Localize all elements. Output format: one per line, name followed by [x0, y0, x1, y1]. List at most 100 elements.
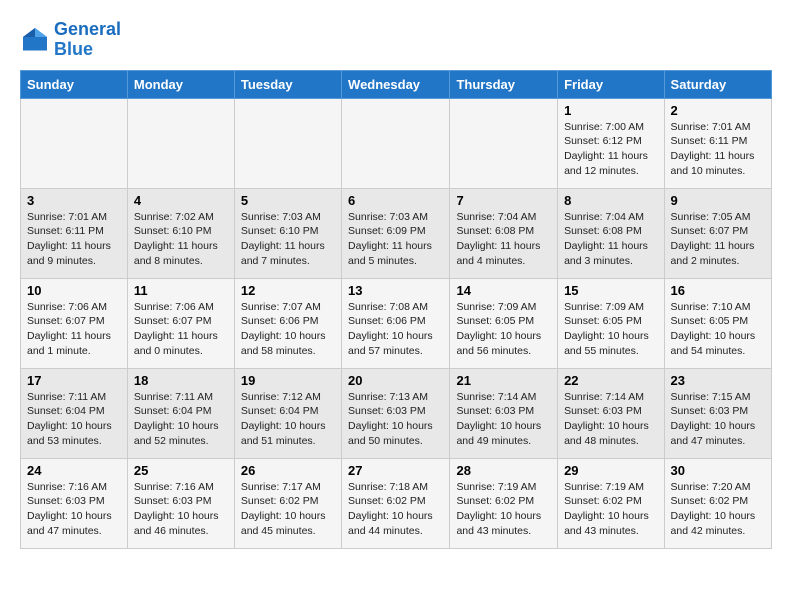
calendar-cell: 12Sunrise: 7:07 AM Sunset: 6:06 PM Dayli… [234, 278, 341, 368]
day-number: 16 [671, 283, 765, 298]
day-number: 29 [564, 463, 657, 478]
calendar-cell: 24 Sunrise: 7:16 AM Sunset: 6:03 PM Dayli… [21, 458, 128, 548]
day-detail: Sunrise: 7:05 AM Sunset: 6:07 PM Dayligh… [671, 210, 765, 269]
header-day-wednesday: Wednesday [342, 70, 450, 98]
day-detail: Sunrise: 7:16 AM Sunset: 6:03 PM Dayligh… [134, 480, 228, 539]
calendar-cell: 9 Sunrise: 7:05 AM Sunset: 6:07 PM Daylig… [664, 188, 771, 278]
day-detail: Sunrise: 7:03 AM Sunset: 6:09 PM Dayligh… [348, 210, 443, 269]
day-detail: Sunrise: 7:18 AM Sunset: 6:02 PM Dayligh… [348, 480, 443, 539]
calendar-table: SundayMondayTuesdayWednesdayThursdayFrid… [20, 70, 772, 549]
calendar-cell: 6 Sunrise: 7:03 AM Sunset: 6:09 PM Daylig… [342, 188, 450, 278]
day-detail: Sunrise: 7:06 AM Sunset: 6:07 PM Dayligh… [27, 300, 121, 359]
calendar-cell: 23Sunrise: 7:15 AM Sunset: 6:03 PM Dayli… [664, 368, 771, 458]
calendar-cell: 4 Sunrise: 7:02 AM Sunset: 6:10 PM Daylig… [127, 188, 234, 278]
day-number: 22 [564, 373, 657, 388]
day-number: 14 [456, 283, 551, 298]
day-number: 18 [134, 373, 228, 388]
day-number: 3 [27, 193, 121, 208]
day-detail: Sunrise: 7:15 AM Sunset: 6:03 PM Dayligh… [671, 390, 765, 449]
day-detail: Sunrise: 7:04 AM Sunset: 6:08 PM Dayligh… [456, 210, 551, 269]
day-detail: Sunrise: 7:14 AM Sunset: 6:03 PM Dayligh… [456, 390, 551, 449]
header-day-friday: Friday [558, 70, 664, 98]
calendar-cell: 5 Sunrise: 7:03 AM Sunset: 6:10 PM Daylig… [234, 188, 341, 278]
calendar-cell: 22 Sunrise: 7:14 AM Sunset: 6:03 PM Dayli… [558, 368, 664, 458]
calendar-cell: 2 Sunrise: 7:01 AM Sunset: 6:11 PM Daylig… [664, 98, 771, 188]
calendar-cell: 28Sunrise: 7:19 AM Sunset: 6:02 PM Dayli… [450, 458, 558, 548]
calendar-cell: 3 Sunrise: 7:01 AM Sunset: 6:11 PM Daylig… [21, 188, 128, 278]
day-number: 9 [671, 193, 765, 208]
calendar-cell: 14 Sunrise: 7:09 AM Sunset: 6:05 PM Dayli… [450, 278, 558, 368]
day-detail: Sunrise: 7:17 AM Sunset: 6:02 PM Dayligh… [241, 480, 335, 539]
day-detail: Sunrise: 7:11 AM Sunset: 6:04 PM Dayligh… [134, 390, 228, 449]
day-detail: Sunrise: 7:02 AM Sunset: 6:10 PM Dayligh… [134, 210, 228, 269]
calendar-cell: 20 Sunrise: 7:13 AM Sunset: 6:03 PM Dayli… [342, 368, 450, 458]
logo-icon [20, 25, 50, 55]
day-number: 8 [564, 193, 657, 208]
day-detail: Sunrise: 7:01 AM Sunset: 6:11 PM Dayligh… [671, 120, 765, 179]
day-detail: Sunrise: 7:12 AM Sunset: 6:04 PM Dayligh… [241, 390, 335, 449]
calendar-cell: 29Sunrise: 7:19 AM Sunset: 6:02 PM Dayli… [558, 458, 664, 548]
calendar-cell [234, 98, 341, 188]
calendar-cell: 26Sunrise: 7:17 AM Sunset: 6:02 PM Dayli… [234, 458, 341, 548]
calendar-cell: 10 Sunrise: 7:06 AM Sunset: 6:07 PM Dayli… [21, 278, 128, 368]
header-day-monday: Monday [127, 70, 234, 98]
calendar-cell: 16 Sunrise: 7:10 AM Sunset: 6:05 PM Dayli… [664, 278, 771, 368]
day-detail: Sunrise: 7:10 AM Sunset: 6:05 PM Dayligh… [671, 300, 765, 359]
header-day-tuesday: Tuesday [234, 70, 341, 98]
week-row-2: 3 Sunrise: 7:01 AM Sunset: 6:11 PM Daylig… [21, 188, 772, 278]
calendar-cell: 11 Sunrise: 7:06 AM Sunset: 6:07 PM Dayli… [127, 278, 234, 368]
header-day-sunday: Sunday [21, 70, 128, 98]
day-number: 4 [134, 193, 228, 208]
calendar-cell: 13 Sunrise: 7:08 AM Sunset: 6:06 PM Dayli… [342, 278, 450, 368]
day-detail: Sunrise: 7:06 AM Sunset: 6:07 PM Dayligh… [134, 300, 228, 359]
day-detail: Sunrise: 7:09 AM Sunset: 6:05 PM Dayligh… [564, 300, 657, 359]
day-detail: Sunrise: 7:20 AM Sunset: 6:02 PM Dayligh… [671, 480, 765, 539]
week-row-5: 24 Sunrise: 7:16 AM Sunset: 6:03 PM Dayli… [21, 458, 772, 548]
day-number: 28 [456, 463, 551, 478]
day-detail: Sunrise: 7:13 AM Sunset: 6:03 PM Dayligh… [348, 390, 443, 449]
calendar-cell [342, 98, 450, 188]
day-number: 10 [27, 283, 121, 298]
header-day-saturday: Saturday [664, 70, 771, 98]
week-row-1: 1 Sunrise: 7:00 AM Sunset: 6:12 PM Daylig… [21, 98, 772, 188]
calendar-cell [450, 98, 558, 188]
day-number: 20 [348, 373, 443, 388]
day-detail: Sunrise: 7:03 AM Sunset: 6:10 PM Dayligh… [241, 210, 335, 269]
week-row-4: 17 Sunrise: 7:11 AM Sunset: 6:04 PM Dayli… [21, 368, 772, 458]
day-number: 11 [134, 283, 228, 298]
calendar-cell: 19 Sunrise: 7:12 AM Sunset: 6:04 PM Dayli… [234, 368, 341, 458]
day-number: 7 [456, 193, 551, 208]
day-number: 15 [564, 283, 657, 298]
week-row-3: 10 Sunrise: 7:06 AM Sunset: 6:07 PM Dayli… [21, 278, 772, 368]
calendar-cell [21, 98, 128, 188]
header-day-thursday: Thursday [450, 70, 558, 98]
day-number: 6 [348, 193, 443, 208]
day-number: 25 [134, 463, 228, 478]
day-detail: Sunrise: 7:01 AM Sunset: 6:11 PM Dayligh… [27, 210, 121, 269]
logo: General Blue [20, 20, 121, 60]
day-detail: Sunrise: 7:08 AM Sunset: 6:06 PM Dayligh… [348, 300, 443, 359]
day-detail: Sunrise: 7:09 AM Sunset: 6:05 PM Dayligh… [456, 300, 551, 359]
day-number: 27 [348, 463, 443, 478]
calendar-cell: 17 Sunrise: 7:11 AM Sunset: 6:04 PM Dayli… [21, 368, 128, 458]
calendar-cell: 27 Sunrise: 7:18 AM Sunset: 6:02 PM Dayli… [342, 458, 450, 548]
day-detail: Sunrise: 7:16 AM Sunset: 6:03 PM Dayligh… [27, 480, 121, 539]
calendar-cell [127, 98, 234, 188]
day-number: 2 [671, 103, 765, 118]
day-detail: Sunrise: 7:14 AM Sunset: 6:03 PM Dayligh… [564, 390, 657, 449]
day-detail: Sunrise: 7:00 AM Sunset: 6:12 PM Dayligh… [564, 120, 657, 179]
day-number: 12 [241, 283, 335, 298]
day-number: 5 [241, 193, 335, 208]
day-number: 19 [241, 373, 335, 388]
day-number: 17 [27, 373, 121, 388]
calendar-cell: 1 Sunrise: 7:00 AM Sunset: 6:12 PM Daylig… [558, 98, 664, 188]
calendar-cell: 21 Sunrise: 7:14 AM Sunset: 6:03 PM Dayli… [450, 368, 558, 458]
day-number: 30 [671, 463, 765, 478]
day-number: 21 [456, 373, 551, 388]
calendar-cell: 18 Sunrise: 7:11 AM Sunset: 6:04 PM Dayli… [127, 368, 234, 458]
day-number: 24 [27, 463, 121, 478]
day-number: 13 [348, 283, 443, 298]
day-number: 1 [564, 103, 657, 118]
calendar-cell: 15 Sunrise: 7:09 AM Sunset: 6:05 PM Dayli… [558, 278, 664, 368]
day-detail: Sunrise: 7:11 AM Sunset: 6:04 PM Dayligh… [27, 390, 121, 449]
